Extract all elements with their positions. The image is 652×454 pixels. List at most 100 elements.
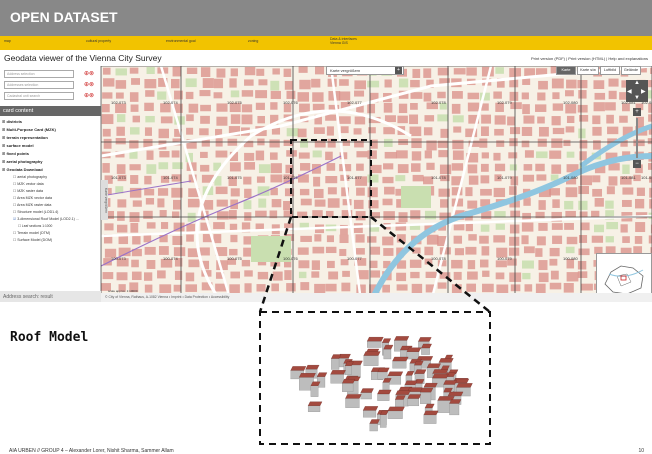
layer-item[interactable]: ☐ MZK vector data xyxy=(2,181,100,188)
map-building xyxy=(479,259,489,268)
roof-model-wall xyxy=(363,355,379,366)
map-building xyxy=(115,138,126,145)
map-side-tab[interactable]: Karte vergrößern xyxy=(101,180,108,220)
map-building xyxy=(509,236,520,246)
map-building xyxy=(495,272,505,280)
map-type-button[interactable]: Karte xyxy=(556,66,576,75)
layer-item[interactable]: ⊞ Geodata Download xyxy=(2,166,100,174)
layer-item[interactable]: ⊞ aerial photography xyxy=(2,158,100,166)
pan-up-icon[interactable]: ▲ xyxy=(634,80,640,86)
roof-model-wall xyxy=(344,379,357,389)
map-building xyxy=(143,234,152,243)
map-type-button[interactable]: Luftbild xyxy=(600,66,620,75)
search-action-icons[interactable]: ⊕⊗ xyxy=(84,92,94,99)
map-building xyxy=(552,103,564,111)
layer-item[interactable]: ☐ Area MZK raster data xyxy=(2,202,100,209)
roof-model-roof xyxy=(360,388,374,393)
map-building xyxy=(493,152,501,161)
map-building xyxy=(356,187,365,196)
map-building xyxy=(200,151,208,158)
map-building xyxy=(453,235,463,244)
map-building xyxy=(535,163,545,172)
map-type-button[interactable]: Gelände xyxy=(621,66,641,75)
enlarge-map-button[interactable]: Karte vergrößern + xyxy=(326,66,404,75)
print-help-links[interactable]: Print version (PDF) | Print version (HTM… xyxy=(531,56,648,61)
map-svg[interactable]: 102-073 102-074 102-075 102-076 102-077 102-0… xyxy=(101,66,652,302)
map-building xyxy=(522,174,535,182)
map-type-button[interactable]: Karte s/w xyxy=(577,66,599,75)
map-building xyxy=(565,187,578,198)
map-building xyxy=(367,80,380,88)
layer-item[interactable]: ⊞ surface model xyxy=(2,142,100,150)
layer-item[interactable]: ⊞ terrain representation xyxy=(2,134,100,142)
top-nav-link[interactable]: map xyxy=(4,39,11,43)
map-canvas[interactable]: 102-073 102-074 102-075 102-076 102-077 102-0… xyxy=(101,66,652,302)
pan-down-icon[interactable]: ▼ xyxy=(634,95,640,101)
map-building xyxy=(129,92,139,102)
layer-item[interactable]: ☐ Terrain model (DTM) xyxy=(2,230,100,237)
layer-label: Area MZK raster data xyxy=(17,203,52,207)
map-building xyxy=(355,248,365,255)
roof-model-wall xyxy=(424,407,433,415)
map-building xyxy=(577,260,587,270)
top-nav-link[interactable]: cultural property xyxy=(86,39,111,43)
roof-model-wall xyxy=(409,363,420,372)
map-building xyxy=(382,284,390,293)
map-building xyxy=(592,175,601,183)
map-building xyxy=(130,175,139,184)
layer-item[interactable]: ☐ MZK raster data xyxy=(2,188,100,195)
address-search-input[interactable]: Address selection xyxy=(4,70,74,78)
map-building xyxy=(173,284,182,292)
map-building xyxy=(257,115,265,124)
map-building xyxy=(157,198,165,208)
map-building xyxy=(494,128,504,136)
roof-model-roof xyxy=(392,356,409,362)
layer-item[interactable]: ☐ aerial photography xyxy=(2,174,100,181)
zoom-slider[interactable] xyxy=(636,118,638,158)
map-building xyxy=(606,114,614,124)
map-building xyxy=(578,186,590,195)
map-building xyxy=(425,271,437,278)
layer-item[interactable]: ⊞ Multi-Purpose Card (MZK) xyxy=(2,126,100,134)
map-building xyxy=(244,152,255,161)
top-nav-link[interactable]: Data & interfaces Vienna GIS xyxy=(330,37,357,45)
map-building xyxy=(480,224,490,232)
map-building xyxy=(480,175,490,184)
map-building xyxy=(384,115,396,123)
roof-model-wall xyxy=(426,367,439,378)
map-grid-label: 100-078 xyxy=(431,256,446,261)
layer-item[interactable]: ☐ Structure model (LOD1.4) xyxy=(2,209,100,216)
search-action-icons[interactable]: ⊕⊗ xyxy=(84,70,94,77)
top-nav-link[interactable]: environmental goal xyxy=(166,39,196,43)
roof-model-wall xyxy=(360,392,372,400)
zoom-out-icon[interactable]: − xyxy=(633,160,641,168)
pan-right-icon[interactable]: ▶ xyxy=(641,88,646,95)
map-building xyxy=(480,126,489,137)
map-building xyxy=(647,138,652,145)
zoom-control[interactable]: + − xyxy=(633,108,641,168)
map-building xyxy=(241,259,251,267)
cadastral-search-input[interactable]: Cadastral unit search xyxy=(4,92,74,100)
map-building xyxy=(185,284,198,292)
map-building xyxy=(160,116,173,124)
map-building xyxy=(509,186,517,195)
top-nav-link[interactable]: zoning xyxy=(248,39,258,43)
map-building xyxy=(549,247,560,257)
layer-item[interactable]: ☑ 3-dimensional Roof Model (LOD2.1) ... xyxy=(2,216,100,223)
pan-left-icon[interactable]: ◀ xyxy=(627,88,632,95)
layer-item[interactable]: ☐ Surface Model (DOM) xyxy=(2,237,100,244)
search-action-icons[interactable]: ⊕⊗ xyxy=(84,81,94,88)
map-grid-label: 101-079 xyxy=(497,175,512,180)
map-grid-label: 102-078 xyxy=(431,100,446,105)
map-building xyxy=(230,188,240,197)
pan-control[interactable]: ▲ ◀ ▶ ▼ xyxy=(626,80,648,102)
layer-item[interactable]: ⊞ fixed points xyxy=(2,150,100,158)
address-search-result[interactable]: Address search: result xyxy=(0,291,101,302)
zoom-in-icon[interactable]: + xyxy=(633,108,641,116)
addresses-search-input[interactable]: Addresses selection xyxy=(4,81,74,89)
layer-item[interactable]: ⊞ districts xyxy=(2,118,100,126)
map-grid-label: 101-082 xyxy=(641,175,652,180)
roof-model-roof xyxy=(448,369,459,374)
layer-item[interactable]: ☐ Area MZK vector data xyxy=(2,195,100,202)
map-building xyxy=(314,199,326,207)
